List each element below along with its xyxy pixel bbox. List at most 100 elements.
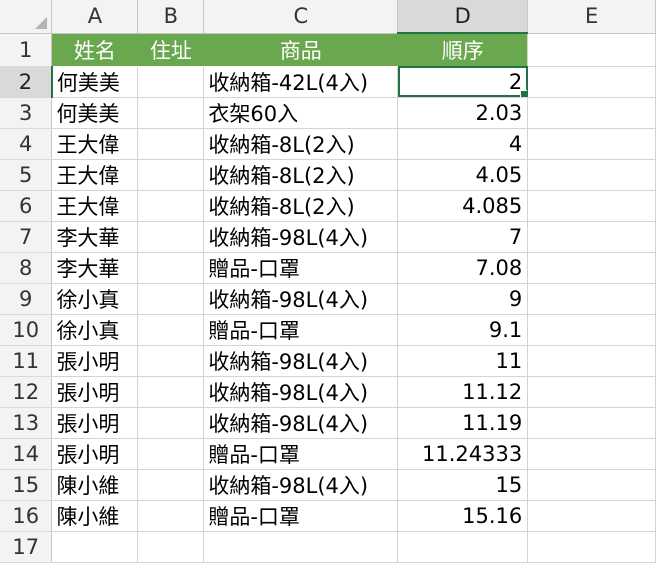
row-header[interactable]: 16 bbox=[0, 500, 53, 532]
cell-e[interactable] bbox=[527, 66, 656, 98]
cell-d[interactable]: 2.03 bbox=[397, 97, 529, 129]
cell-b[interactable] bbox=[137, 190, 205, 222]
cell-e[interactable] bbox=[527, 407, 656, 439]
cell-b[interactable] bbox=[137, 314, 205, 346]
cell-e[interactable] bbox=[527, 221, 656, 253]
cell-b[interactable] bbox=[137, 376, 205, 408]
cell-e[interactable] bbox=[527, 531, 656, 563]
cell-a[interactable]: 王大偉 bbox=[51, 159, 139, 191]
cell-d[interactable]: 9 bbox=[397, 283, 529, 315]
cell-d[interactable]: 4.05 bbox=[397, 159, 529, 191]
cell-e[interactable] bbox=[527, 252, 656, 284]
cell-c[interactable]: 收納箱-98L(4入) bbox=[203, 283, 399, 315]
cell-d[interactable]: 4.085 bbox=[397, 190, 529, 222]
column-header-b[interactable]: B bbox=[137, 0, 205, 34]
select-all-corner[interactable] bbox=[0, 0, 53, 34]
cell-d[interactable]: 2 bbox=[397, 66, 529, 98]
header-cell-name[interactable]: 姓名 bbox=[51, 33, 139, 67]
cell[interactable] bbox=[527, 33, 656, 67]
fill-handle[interactable] bbox=[520, 89, 527, 96]
cell-b[interactable] bbox=[137, 531, 205, 563]
cell-b[interactable] bbox=[137, 97, 205, 129]
row-header[interactable]: 1 bbox=[0, 33, 53, 67]
cell-c[interactable]: 贈品-口罩 bbox=[203, 500, 399, 532]
cell-e[interactable] bbox=[527, 438, 656, 470]
row-header[interactable]: 8 bbox=[0, 252, 53, 284]
cell-d[interactable]: 11.12 bbox=[397, 376, 529, 408]
cell-b[interactable] bbox=[137, 438, 205, 470]
cell-a[interactable]: 陳小維 bbox=[51, 469, 139, 501]
cell-c[interactable]: 收納箱-98L(4入) bbox=[203, 407, 399, 439]
cell-d[interactable]: 15.16 bbox=[397, 500, 529, 532]
cell-d[interactable]: 11.19 bbox=[397, 407, 529, 439]
column-header-a[interactable]: A bbox=[51, 0, 139, 34]
column-header-c[interactable]: C bbox=[203, 0, 399, 34]
cell-c[interactable]: 收納箱-8L(2入) bbox=[203, 190, 399, 222]
cell-a[interactable] bbox=[51, 531, 139, 563]
cell-c[interactable]: 收納箱-98L(4入) bbox=[203, 221, 399, 253]
row-header[interactable]: 5 bbox=[0, 159, 53, 191]
header-cell-order[interactable]: 順序 bbox=[397, 33, 529, 67]
cell-a[interactable]: 何美美 bbox=[51, 66, 139, 98]
cell-e[interactable] bbox=[527, 469, 656, 501]
cell-d[interactable]: 7 bbox=[397, 221, 529, 253]
cell-d[interactable]: 7.08 bbox=[397, 252, 529, 284]
cell-a[interactable]: 張小明 bbox=[51, 376, 139, 408]
cell-a[interactable]: 徐小真 bbox=[51, 314, 139, 346]
cell-b[interactable] bbox=[137, 407, 205, 439]
column-header-d[interactable]: D bbox=[397, 0, 529, 34]
header-cell-product[interactable]: 商品 bbox=[203, 33, 399, 67]
cell-c[interactable]: 贈品-口罩 bbox=[203, 314, 399, 346]
cell-c[interactable]: 收納箱-98L(4入) bbox=[203, 469, 399, 501]
cell-b[interactable] bbox=[137, 283, 205, 315]
cell-e[interactable] bbox=[527, 345, 656, 377]
cell-c[interactable]: 收納箱-8L(2入) bbox=[203, 159, 399, 191]
cell-b[interactable] bbox=[137, 221, 205, 253]
cell-b[interactable] bbox=[137, 500, 205, 532]
cell-c[interactable]: 收納箱-98L(4入) bbox=[203, 345, 399, 377]
cell-a[interactable]: 徐小真 bbox=[51, 283, 139, 315]
header-cell-address[interactable]: 住址 bbox=[137, 33, 205, 67]
row-header[interactable]: 12 bbox=[0, 376, 53, 408]
cell-a[interactable]: 張小明 bbox=[51, 345, 139, 377]
cell-c[interactable]: 收納箱-98L(4入) bbox=[203, 376, 399, 408]
cell-d[interactable]: 9.1 bbox=[397, 314, 529, 346]
cell-e[interactable] bbox=[527, 128, 656, 160]
cell-a[interactable]: 張小明 bbox=[51, 407, 139, 439]
cell-e[interactable] bbox=[527, 159, 656, 191]
cell-c[interactable]: 衣架60入 bbox=[203, 97, 399, 129]
cell-a[interactable]: 張小明 bbox=[51, 438, 139, 470]
row-header[interactable]: 9 bbox=[0, 283, 53, 315]
column-header-e[interactable]: E bbox=[527, 0, 656, 34]
row-header[interactable]: 15 bbox=[0, 469, 53, 501]
row-header[interactable]: 17 bbox=[0, 531, 53, 563]
row-header[interactable]: 13 bbox=[0, 407, 53, 439]
cell-b[interactable] bbox=[137, 66, 205, 98]
row-header[interactable]: 14 bbox=[0, 438, 53, 470]
cell-d[interactable] bbox=[397, 531, 529, 563]
row-header[interactable]: 3 bbox=[0, 97, 53, 129]
cell-e[interactable] bbox=[527, 97, 656, 129]
cell-d[interactable]: 11.24333 bbox=[397, 438, 529, 470]
row-header[interactable]: 7 bbox=[0, 221, 53, 253]
cell-a[interactable]: 王大偉 bbox=[51, 128, 139, 160]
cell-a[interactable]: 何美美 bbox=[51, 97, 139, 129]
cell-d[interactable]: 4 bbox=[397, 128, 529, 160]
row-header[interactable]: 10 bbox=[0, 314, 53, 346]
row-header[interactable]: 11 bbox=[0, 345, 53, 377]
cell-e[interactable] bbox=[527, 190, 656, 222]
cell-c[interactable]: 贈品-口罩 bbox=[203, 252, 399, 284]
cell-d[interactable]: 15 bbox=[397, 469, 529, 501]
cell-a[interactable]: 李大華 bbox=[51, 252, 139, 284]
row-header[interactable]: 2 bbox=[0, 66, 53, 98]
cell-b[interactable] bbox=[137, 252, 205, 284]
cell-a[interactable]: 陳小維 bbox=[51, 500, 139, 532]
cell-d[interactable]: 11 bbox=[397, 345, 529, 377]
cell-c[interactable]: 收納箱-42L(4入) bbox=[203, 66, 399, 98]
cell-e[interactable] bbox=[527, 283, 656, 315]
cell-a[interactable]: 李大華 bbox=[51, 221, 139, 253]
cell-c[interactable] bbox=[203, 531, 399, 563]
row-header[interactable]: 4 bbox=[0, 128, 53, 160]
cell-c[interactable]: 收納箱-8L(2入) bbox=[203, 128, 399, 160]
row-header[interactable]: 6 bbox=[0, 190, 53, 222]
